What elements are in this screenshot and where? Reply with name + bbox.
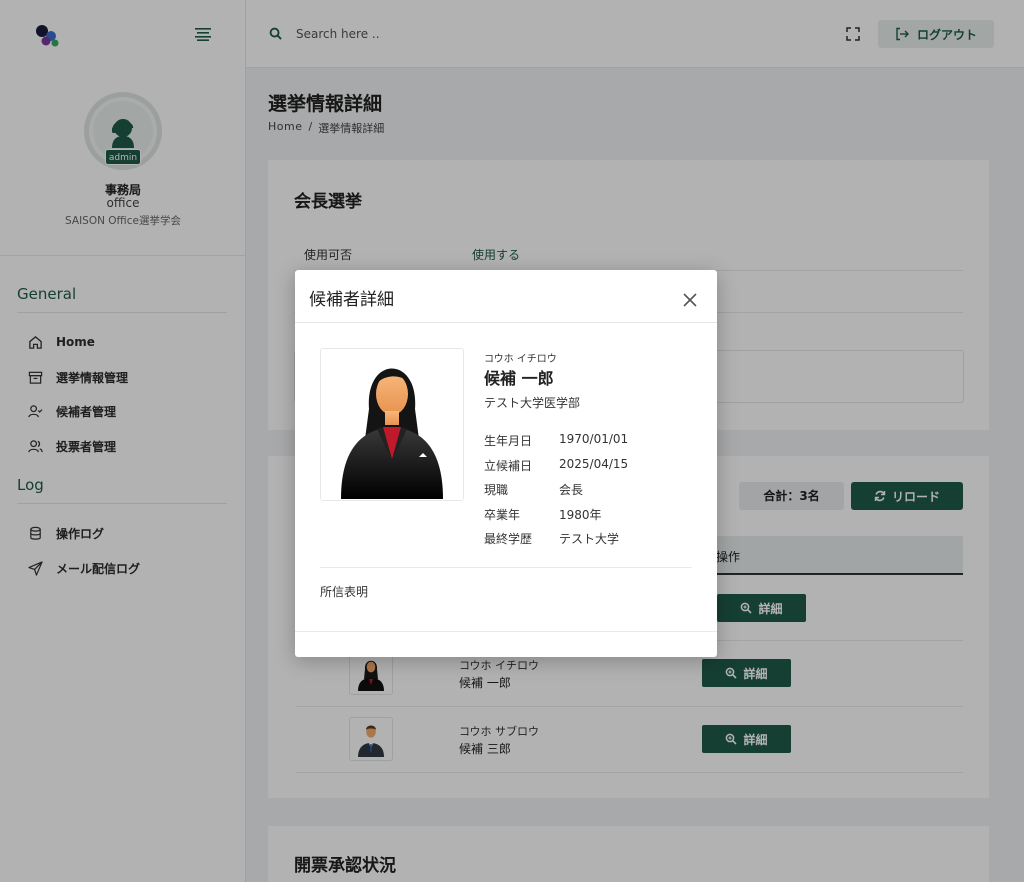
info-value: テスト大学 [559,532,620,546]
modal-title: 候補者詳細 [309,290,394,310]
modal-header: 候補者詳細 [295,270,717,323]
info-value: 2025/04/15 [559,457,629,471]
candidate-photo [320,348,464,501]
modal-divider [320,567,692,568]
info-label: 卒業年 [484,508,521,522]
info-label: 立候補日 [484,459,533,473]
modal-footer-divider [295,631,717,632]
candidate-department: テスト大学医学部 [484,396,581,410]
candidate-name: 候補 一郎 [484,369,554,388]
close-icon[interactable] [683,293,697,307]
candidate-detail-modal: 候補者詳細 コウホ イチロウ 候補 一郎 テスト大学医学部 生年月日 1970/… [295,270,717,657]
info-label: 最終学歴 [484,532,533,546]
info-value: 1970/01/01 [559,432,629,446]
info-label: 生年月日 [484,434,533,448]
info-label: 現職 [484,483,509,497]
candidate-kana: コウホ イチロウ [484,354,557,365]
statement-label: 所信表明 [320,585,369,599]
info-value: 1980年 [559,508,602,522]
info-value: 会長 [559,483,584,497]
